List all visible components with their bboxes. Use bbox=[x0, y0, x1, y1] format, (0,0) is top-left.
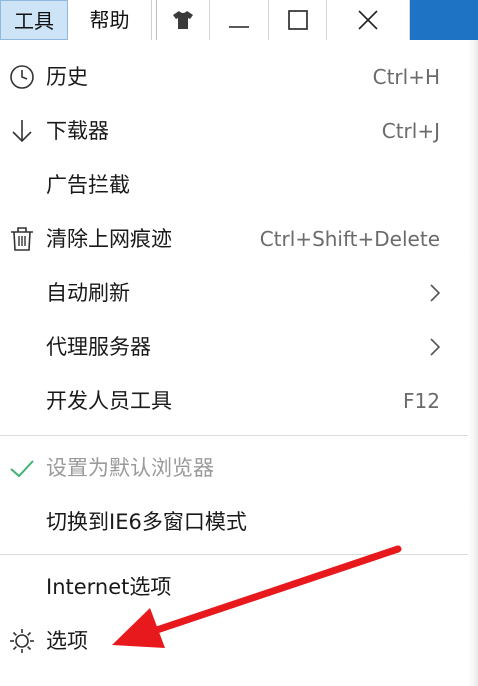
tools-dropdown-menu: 历史 Ctrl+H 下载器 Ctrl+J 广告拦截 清除上网痕迹 Ctrl+Sh… bbox=[0, 40, 468, 686]
menu-separator bbox=[0, 435, 468, 436]
chevron-right-icon bbox=[430, 338, 441, 356]
tshirt-icon bbox=[173, 11, 193, 29]
menu-item-label: 历史 bbox=[46, 65, 88, 89]
maximize-icon bbox=[287, 10, 308, 30]
menu-item-label: 选项 bbox=[46, 629, 88, 653]
menu-item-label: 清除上网痕迹 bbox=[46, 227, 172, 251]
menu-item-switch-ie6-mode[interactable]: 切换到IE6多窗口模式 bbox=[0, 495, 468, 549]
menu-item-label: 自动刷新 bbox=[46, 281, 130, 305]
menu-item-label: 切换到IE6多窗口模式 bbox=[46, 510, 247, 534]
maximize-button[interactable] bbox=[269, 0, 327, 40]
menu-item-options[interactable]: 选项 bbox=[0, 614, 468, 668]
shortcut-label: F12 bbox=[403, 389, 440, 413]
menu-item-label: 代理服务器 bbox=[46, 335, 151, 359]
window-title-strip bbox=[410, 0, 478, 40]
menu-item-auto-refresh[interactable]: 自动刷新 bbox=[0, 266, 468, 320]
shortcut-label: Ctrl+J bbox=[381, 119, 440, 143]
menu-bar: 工具 帮助 bbox=[0, 0, 478, 40]
chevron-right-icon bbox=[430, 284, 441, 302]
minimize-icon bbox=[229, 26, 249, 28]
window-shadow-edge bbox=[468, 40, 478, 686]
menu-item-history[interactable]: 历史 Ctrl+H bbox=[0, 50, 468, 104]
menu-item-label: 广告拦截 bbox=[46, 173, 130, 197]
checkmark-icon bbox=[10, 460, 34, 478]
menu-item-set-default-browser: 设置为默认浏览器 bbox=[0, 441, 468, 495]
help-menu-button[interactable]: 帮助 bbox=[68, 0, 152, 40]
close-icon bbox=[358, 10, 378, 30]
tools-menu-button[interactable]: 工具 bbox=[0, 0, 68, 40]
menu-item-developer-tools[interactable]: 开发人员工具 F12 bbox=[0, 374, 468, 428]
menu-item-proxy-server[interactable]: 代理服务器 bbox=[0, 320, 468, 374]
menu-item-clear-history[interactable]: 清除上网痕迹 Ctrl+Shift+Delete bbox=[0, 212, 468, 266]
clock-icon bbox=[10, 65, 34, 89]
menu-item-label: Internet选项 bbox=[46, 575, 172, 599]
gear-icon bbox=[10, 629, 34, 653]
menu-separator bbox=[0, 554, 468, 555]
minimize-button[interactable] bbox=[210, 0, 269, 40]
menu-item-internet-options[interactable]: Internet选项 bbox=[0, 560, 468, 614]
download-arrow-icon bbox=[12, 120, 32, 143]
menu-item-label: 下载器 bbox=[46, 119, 109, 143]
menu-item-downloader[interactable]: 下载器 Ctrl+J bbox=[0, 104, 468, 158]
menu-item-label: 开发人员工具 bbox=[46, 389, 172, 413]
menu-item-label: 设置为默认浏览器 bbox=[46, 456, 214, 480]
shortcut-label: Ctrl+Shift+Delete bbox=[259, 227, 440, 251]
close-button[interactable] bbox=[327, 0, 410, 40]
menu-item-ad-block[interactable]: 广告拦截 bbox=[0, 158, 468, 212]
skin-button[interactable] bbox=[156, 0, 210, 40]
trash-icon bbox=[11, 227, 33, 251]
shortcut-label: Ctrl+H bbox=[372, 65, 440, 89]
